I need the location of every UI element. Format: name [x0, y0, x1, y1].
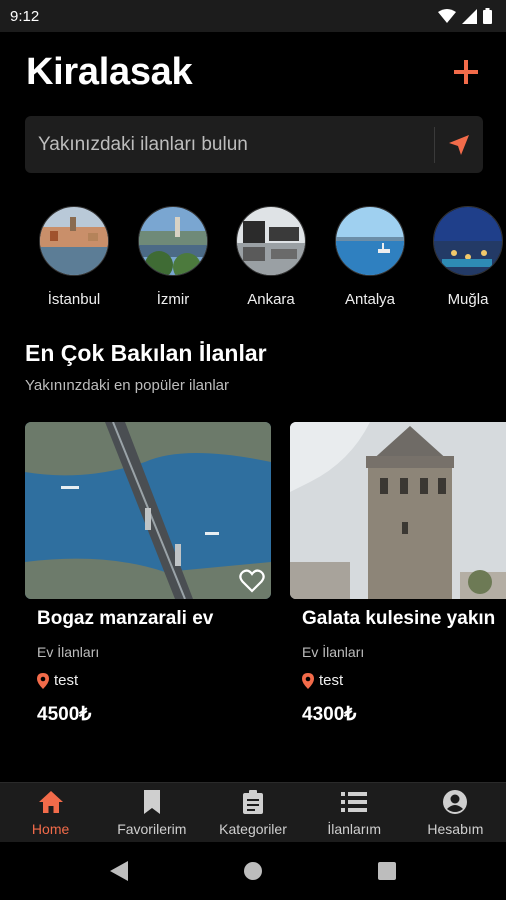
listing-location: test: [37, 672, 78, 689]
heart-outline-icon: [239, 569, 265, 593]
system-home-button[interactable]: [241, 859, 265, 883]
city-image-izmir: [138, 206, 208, 276]
city-list: İstanbul İzmir Ankara Antalya Muğla: [0, 206, 506, 316]
app-title: Kiralasak: [26, 50, 193, 93]
city-istanbul[interactable]: İstanbul: [29, 206, 119, 308]
nav-favorites[interactable]: Favorilerim: [101, 783, 202, 842]
nav-my-listings[interactable]: İlanlarım: [304, 783, 405, 842]
status-bar: 9:12: [0, 0, 506, 32]
city-ankara[interactable]: Ankara: [226, 206, 316, 308]
city-image-ankara: [236, 206, 306, 276]
battery-icon: [483, 8, 492, 24]
home-icon: [38, 789, 64, 815]
city-izmir[interactable]: İzmir: [128, 206, 218, 308]
list-icon: [341, 789, 368, 815]
section-title: En Çok Bakılan İlanlar: [25, 340, 267, 366]
listing-image: [25, 422, 271, 599]
nav-label: Favorilerim: [117, 821, 187, 837]
city-image-mugla: [433, 206, 503, 276]
favorite-button[interactable]: [239, 569, 265, 593]
city-image-antalya: [335, 206, 405, 276]
recents-square-icon: [378, 862, 396, 880]
signal-icon: [462, 8, 477, 24]
system-back-button[interactable]: [107, 859, 131, 883]
location-pin-icon: [302, 672, 314, 689]
bottom-navigation: Home Favorilerim Kategoriler İlanlarım H…: [0, 782, 506, 842]
account-circle-icon: [442, 789, 468, 815]
listing-location-text: test: [319, 672, 344, 689]
bookmark-icon: [139, 789, 165, 815]
plus-icon: [454, 60, 478, 84]
listing-location-text: test: [54, 672, 79, 689]
location-pin-icon: [37, 672, 49, 689]
locate-button[interactable]: [435, 116, 483, 173]
system-navigation-bar: [0, 842, 506, 900]
city-label: Muğla: [447, 291, 489, 308]
search-input[interactable]: [25, 116, 434, 173]
city-antalya[interactable]: Antalya: [325, 206, 415, 308]
listing-card[interactable]: Bogaz manzarali ev Ev İlanları test 4500…: [25, 422, 271, 725]
status-time: 9:12: [10, 7, 40, 25]
listing-title: Bogaz manzarali ev: [37, 608, 214, 629]
system-recents-button[interactable]: [375, 859, 399, 883]
wifi-icon: [438, 9, 456, 23]
section-subtitle: Yakınınzdaki en popüler ilanlar: [25, 377, 230, 394]
listing-price: 4500₺: [37, 704, 92, 725]
nav-label: Hesabım: [427, 821, 484, 837]
city-label: İstanbul: [47, 291, 101, 308]
home-circle-icon: [244, 862, 262, 880]
listing-card[interactable]: Galata kulesine yakın Ev İlanları test 4…: [290, 422, 506, 722]
back-triangle-icon: [110, 861, 128, 881]
city-mugla[interactable]: Muğla: [423, 206, 506, 308]
city-label: Ankara: [247, 291, 295, 308]
navigation-arrow-icon: [449, 134, 469, 155]
status-icons: [438, 8, 492, 24]
listing-location: test: [302, 672, 343, 689]
listing-title: Galata kulesine yakın: [302, 608, 496, 629]
app-header: Kiralasak: [26, 44, 482, 100]
clipboard-icon: [240, 789, 266, 815]
listing-category: Ev İlanları: [37, 644, 100, 660]
listing-image: [290, 422, 506, 599]
listing-price: 4300₺: [302, 704, 357, 722]
nav-account[interactable]: Hesabım: [405, 783, 506, 842]
nav-label: Kategoriler: [219, 821, 287, 837]
add-listing-button[interactable]: [450, 56, 482, 88]
city-label: İzmir: [156, 291, 190, 308]
search-box: [25, 116, 483, 173]
city-label: Antalya: [344, 291, 396, 308]
city-image-istanbul: [39, 206, 109, 276]
nav-home[interactable]: Home: [0, 783, 101, 842]
nav-label: Home: [31, 821, 70, 837]
nav-label: İlanlarım: [327, 821, 382, 837]
nav-categories[interactable]: Kategoriler: [202, 783, 303, 842]
listing-category: Ev İlanları: [302, 644, 365, 660]
